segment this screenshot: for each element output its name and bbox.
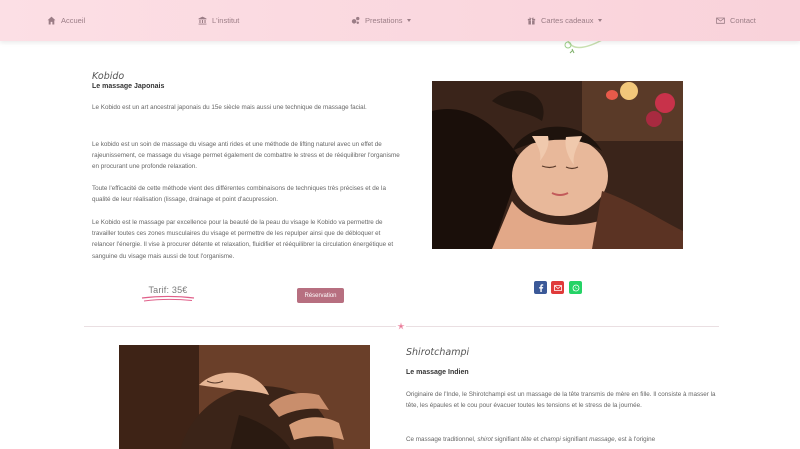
text-segment: , est à l'origine (614, 436, 656, 443)
text-segment-italic: shirot (477, 436, 493, 443)
top-navigation: Accueil L'institut Prestations Cartes ca… (0, 0, 800, 41)
home-icon (47, 16, 56, 25)
text-segment: signifiant (560, 436, 590, 443)
nav-item-contact[interactable]: Contact (716, 0, 756, 41)
kobido-paragraph: Le kobido est un soin de massage du visa… (92, 141, 400, 171)
nav-item-cartes-cadeaux[interactable]: Cartes cadeaux (527, 0, 602, 41)
shirotchampi-photo-illustration (119, 345, 370, 449)
kobido-paragraph: Toute l'efficacité de cette méthode vien… (92, 185, 386, 204)
flower-divider-icon (396, 321, 406, 331)
kobido-title: Kobido (92, 71, 125, 82)
whatsapp-icon (572, 284, 579, 291)
nav-label: Accueil (61, 16, 86, 25)
text-segment-italic: massage (589, 436, 615, 443)
price-tag: Tarif: 35€ (140, 285, 196, 305)
nav-label: L'institut (212, 16, 240, 25)
envelope-icon (716, 17, 725, 24)
shirotchampi-photo (119, 345, 370, 449)
text-segment: Ce massage traditionnel, (406, 436, 478, 443)
share-facebook-button[interactable] (534, 281, 547, 294)
email-icon (553, 284, 562, 291)
nav-label: Prestations (365, 16, 403, 25)
text-segment-italic: champi (540, 436, 561, 443)
share-email-button[interactable] (551, 281, 564, 294)
shirotchampi-title: Shirotchampi (406, 347, 470, 358)
kobido-subtitle: Le massage Japonais (92, 83, 165, 90)
shirotchampi-paragraph: Originaire de l'Inde, le Shirotchampi es… (406, 391, 716, 410)
cogs-icon (351, 16, 360, 24)
kobido-paragraph: Le Kobido est un art ancestral japonais … (92, 104, 367, 111)
kobido-photo (432, 81, 683, 249)
price-underline (141, 295, 195, 302)
gift-icon (527, 17, 536, 25)
kobido-photo-illustration (432, 81, 683, 249)
kobido-paragraph: Le Kobido est le massage par excellence … (92, 219, 394, 260)
share-whatsapp-button[interactable] (569, 281, 582, 294)
facebook-icon (538, 283, 543, 292)
nav-item-accueil[interactable]: Accueil (47, 0, 85, 41)
nav-item-prestations[interactable]: Prestations (351, 0, 411, 41)
chevron-down-icon (406, 19, 411, 22)
nav-label: Contact (730, 16, 756, 25)
shirotchampi-subtitle: Le massage Indien (406, 369, 469, 376)
nav-item-institut[interactable]: L'institut (198, 0, 239, 41)
building-icon (198, 16, 207, 25)
chevron-down-icon (597, 19, 602, 22)
shirotchampi-paragraph: Ce massage traditionnel, shirot signifia… (406, 434, 718, 445)
text-segment-italic: tête (521, 436, 532, 443)
nav-label: Cartes cadeaux (541, 16, 594, 25)
text-segment: signifiant (492, 436, 522, 443)
reservation-button[interactable]: Réservation (297, 288, 344, 303)
price-text: Tarif: 35€ (148, 285, 188, 295)
